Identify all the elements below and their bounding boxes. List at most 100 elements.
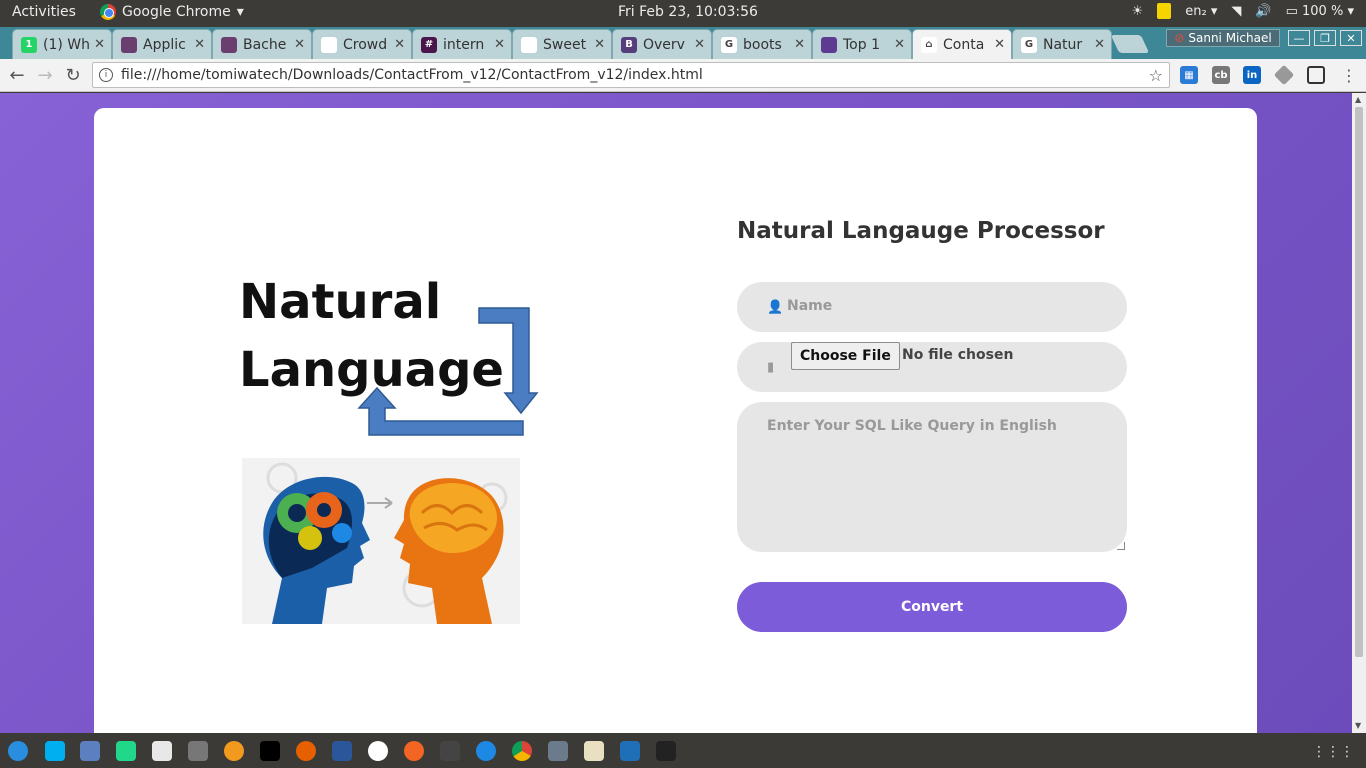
extension-icon[interactable]: cb — [1212, 66, 1230, 84]
back-icon[interactable]: ← — [6, 64, 28, 86]
chrome-icon — [100, 4, 116, 20]
close-tab-icon[interactable]: ✕ — [194, 37, 205, 52]
tab-title: Sweet — [543, 36, 587, 53]
file-icon: ▮ — [767, 360, 775, 375]
browser-icon[interactable] — [476, 741, 496, 761]
browser-tab[interactable]: Sweet ✕ — [512, 29, 612, 59]
close-tab-icon[interactable]: ✕ — [994, 37, 1005, 52]
tab-title: Bache — [243, 36, 287, 53]
minimize-button[interactable]: — — [1288, 30, 1310, 46]
browser-tab[interactable]: 1 (1) Wh ✕ — [12, 29, 112, 59]
scroll-thumb[interactable] — [1355, 107, 1363, 657]
tab-title: intern — [443, 36, 485, 53]
file-input[interactable]: ▮ Choose File No file chosen — [737, 342, 1127, 392]
browser-tab[interactable]: Top 1 ✕ — [812, 29, 912, 59]
vlc-icon[interactable] — [224, 741, 244, 761]
terminal-alt-icon[interactable] — [548, 741, 568, 761]
browser-tab[interactable]: Bache ✕ — [212, 29, 312, 59]
app-launcher-icon[interactable] — [8, 741, 28, 761]
contact-card: Natural Language Natural Langauge Proces… — [94, 108, 1257, 733]
system-tray: ☀ en₂ ▾ ◥ 🔊 ▭ 100 % ▾ — [1132, 3, 1354, 19]
name-input[interactable]: 👤 Name — [737, 282, 1127, 332]
info-icon[interactable]: i — [99, 68, 113, 82]
text-editor-icon[interactable] — [152, 741, 172, 761]
caret-down-icon: ▾ — [236, 4, 244, 20]
user-icon: 👤 — [767, 300, 784, 315]
forward-icon[interactable]: → — [34, 64, 56, 86]
word-icon[interactable] — [332, 741, 352, 761]
cast-icon[interactable] — [1307, 66, 1325, 84]
volume-icon[interactable]: 🔊 — [1255, 4, 1271, 19]
browser-tab[interactable]: Gboots ✕ — [712, 29, 812, 59]
linkedin-icon[interactable]: in — [1243, 66, 1261, 84]
skype-icon[interactable] — [45, 741, 65, 761]
files-icon[interactable] — [80, 741, 100, 761]
tab-favicon-icon: # — [421, 36, 437, 53]
extension-icon[interactable] — [1273, 64, 1295, 86]
tab-title: Applic — [143, 36, 186, 53]
dock: ⋮⋮⋮ — [0, 733, 1366, 768]
new-tab-button[interactable] — [1110, 35, 1150, 53]
tab-title: boots — [743, 36, 782, 53]
brightness-icon[interactable]: ☀ — [1132, 4, 1144, 19]
pycharm-icon[interactable] — [116, 741, 136, 761]
menu-icon[interactable]: ⋮ — [1338, 64, 1360, 86]
close-tab-icon[interactable]: ✕ — [594, 37, 605, 52]
screenshot-icon[interactable] — [188, 741, 208, 761]
chrome-dock-icon[interactable] — [512, 741, 532, 761]
browser-tab[interactable]: G Natur ✕ — [1012, 29, 1112, 59]
browser-tab[interactable]: Applic ✕ — [112, 29, 212, 59]
close-tab-icon[interactable]: ✕ — [794, 37, 805, 52]
close-window-button[interactable]: ✕ — [1340, 30, 1362, 46]
close-tab-icon[interactable]: ✕ — [894, 37, 905, 52]
system-top-bar: Activities Google Chrome ▾ Fri Feb 23, 1… — [0, 0, 1366, 27]
bookmark-star-icon[interactable]: ☆ — [1149, 66, 1163, 85]
close-tab-icon[interactable]: ✕ — [1094, 37, 1105, 52]
tool-icon[interactable] — [440, 741, 460, 761]
notes-icon[interactable] — [1157, 3, 1172, 19]
browser-tab[interactable]: Crowd ✕ — [312, 29, 412, 59]
postman-icon[interactable] — [404, 741, 424, 761]
app-menu[interactable]: Google Chrome ▾ — [100, 4, 244, 20]
tab-title: Overv — [643, 36, 685, 53]
profile-name: Sanni Michael — [1188, 31, 1272, 45]
close-tab-icon[interactable]: ✕ — [294, 37, 305, 52]
close-tab-icon[interactable]: ✕ — [694, 37, 705, 52]
close-tab-icon[interactable]: ✕ — [394, 37, 405, 52]
extension-icon[interactable]: ▦ — [1180, 66, 1198, 84]
battery-indicator[interactable]: ▭ 100 % ▾ — [1286, 4, 1354, 19]
settings-icon[interactable] — [584, 741, 604, 761]
resize-handle[interactable] — [1117, 542, 1125, 550]
tab-favicon-icon: ⌂ — [921, 36, 937, 53]
close-tab-icon[interactable]: ✕ — [494, 37, 505, 52]
wifi-icon[interactable]: ◥ — [1231, 4, 1241, 19]
browser-tab[interactable]: # intern ✕ — [412, 29, 512, 59]
scroll-down-icon[interactable]: ▼ — [1355, 721, 1361, 730]
webstorm-icon[interactable] — [260, 741, 280, 761]
itunes-icon[interactable] — [368, 741, 388, 761]
choose-file-button[interactable]: Choose File — [791, 342, 900, 370]
tab-favicon-icon — [121, 36, 137, 53]
browser-tab[interactable]: ⌂ Conta ✕ — [912, 29, 1012, 59]
address-bar[interactable]: i file:///home/tomiwatech/Downloads/Cont… — [92, 62, 1170, 88]
show-apps-icon[interactable]: ⋮⋮⋮ — [1312, 744, 1354, 760]
tab-title: Top 1 — [843, 36, 880, 53]
tab-title: Natur — [1043, 36, 1083, 53]
reload-icon[interactable]: ↻ — [62, 64, 84, 86]
firefox-icon[interactable] — [296, 741, 316, 761]
vscode-icon[interactable] — [620, 741, 640, 761]
page-scrollbar[interactable]: ▲ ▼ — [1352, 93, 1366, 733]
profile-button[interactable]: ⊘ Sanni Michael — [1166, 29, 1280, 47]
restore-button[interactable]: ❐ — [1314, 30, 1336, 46]
tab-title: Conta — [943, 36, 985, 53]
convert-button[interactable]: Convert — [737, 582, 1127, 632]
query-textarea[interactable]: Enter Your SQL Like Query in English — [737, 402, 1127, 552]
browser-tab[interactable]: B Overv ✕ — [612, 29, 712, 59]
activities-button[interactable]: Activities — [12, 4, 76, 20]
clock[interactable]: Fri Feb 23, 10:03:56 — [618, 4, 758, 20]
scroll-up-icon[interactable]: ▲ — [1355, 95, 1361, 104]
terminal-icon[interactable] — [656, 741, 676, 761]
keyboard-layout[interactable]: en₂ ▾ — [1185, 4, 1217, 19]
name-placeholder: Name — [787, 298, 833, 314]
close-tab-icon[interactable]: ✕ — [94, 37, 105, 52]
